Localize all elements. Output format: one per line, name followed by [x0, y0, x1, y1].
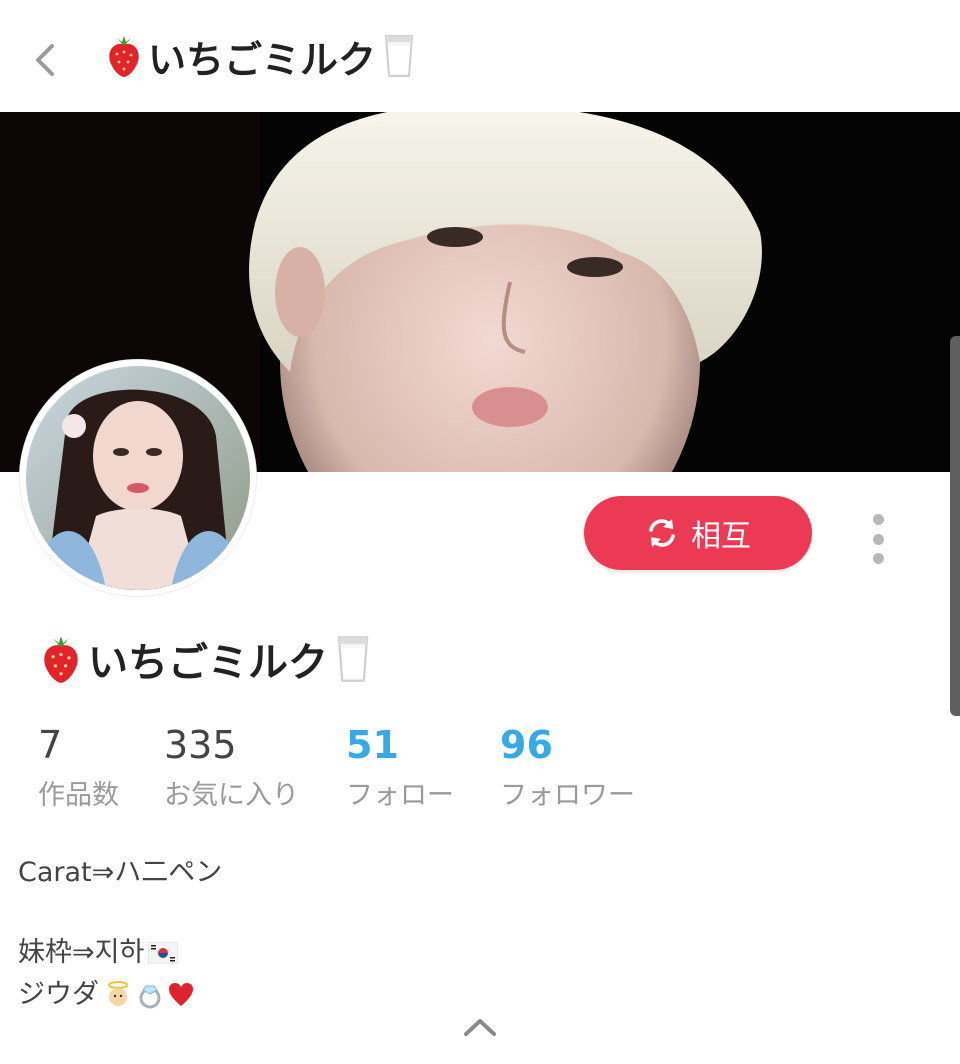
- bio-line-1: Carat⇒ハ二ペン: [18, 857, 223, 888]
- top-app-bar: いちごミルク: [0, 0, 960, 113]
- bio-line-2: 妹枠⇒지하: [18, 932, 918, 974]
- mutual-follow-label: 相互: [691, 519, 751, 554]
- avatar-portrait-illustration: [26, 366, 250, 590]
- stat-following-value: 51: [346, 723, 399, 767]
- profile-name-text: いちごミルク: [88, 640, 328, 686]
- milk-glass-icon: [337, 636, 369, 682]
- stat-followers-value: 96: [500, 723, 553, 767]
- strawberry-icon: [44, 636, 78, 683]
- stat-works-value: 7: [38, 723, 63, 767]
- stat-following[interactable]: 51 フォロー: [346, 722, 454, 816]
- stat-favorites-label: お気に入り: [164, 780, 299, 811]
- chevron-up-icon[interactable]: [460, 1012, 500, 1042]
- scroll-indicator[interactable]: [950, 336, 960, 716]
- chevron-left-icon: [36, 44, 54, 76]
- profile-bio: Carat⇒ハ二ペン 妹枠⇒지하 ジウダ: [18, 852, 918, 1016]
- bio-line-3: ジウダ: [18, 974, 918, 1016]
- korea-flag-icon: [148, 942, 179, 964]
- stat-followers[interactable]: 96 フォロワー: [500, 722, 635, 816]
- stat-followers-label: フォロワー: [500, 780, 635, 811]
- page-title: いちごミルク: [104, 26, 416, 86]
- stat-works[interactable]: 7 作品数: [38, 722, 119, 816]
- heart-icon: [169, 983, 193, 1006]
- refresh-icon: [649, 519, 675, 547]
- bio-line-2-text: 妹枠⇒지하: [18, 937, 145, 968]
- baby-angel-icon: [108, 981, 128, 1006]
- bio-line-3-text: ジウダ: [18, 979, 99, 1010]
- profile-avatar[interactable]: [20, 360, 256, 596]
- more-options-button[interactable]: [862, 514, 894, 564]
- back-button[interactable]: [28, 38, 62, 82]
- profile-name: いちごミルク: [38, 626, 372, 692]
- strawberry-icon: [109, 36, 139, 77]
- ring-icon: [139, 985, 161, 1009]
- stat-following-label: フォロー: [346, 780, 454, 811]
- stat-works-label: 作品数: [38, 780, 119, 811]
- milk-glass-icon: [384, 35, 414, 77]
- page-title-text: いちごミルク: [148, 37, 377, 82]
- stat-favorites[interactable]: 335 お気に入り: [164, 722, 299, 816]
- more-vertical-icon: [872, 514, 884, 525]
- stat-favorites-value: 335: [164, 723, 237, 767]
- mutual-follow-button[interactable]: 相互: [584, 496, 812, 570]
